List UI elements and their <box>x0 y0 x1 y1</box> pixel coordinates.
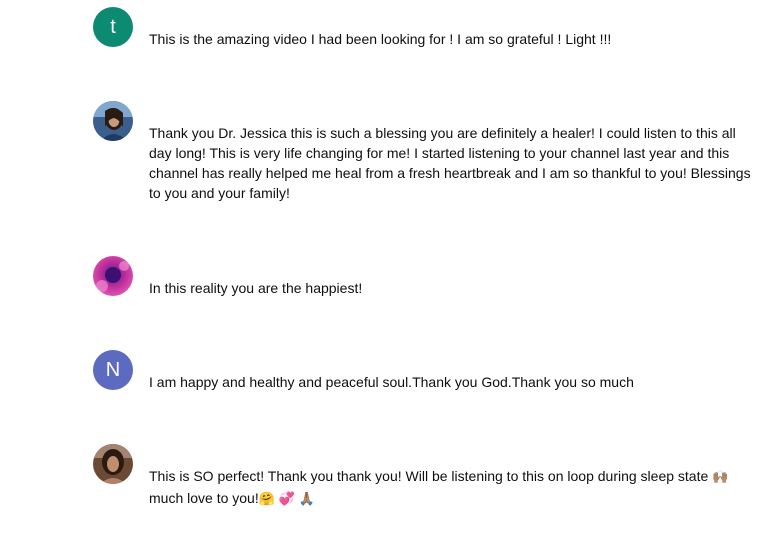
folded-hands-icon: 🙏🏽 <box>298 492 316 507</box>
two-hearts-icon: 💞 <box>278 492 295 507</box>
avatar-letter: t <box>110 15 116 38</box>
avatar-letter: N <box>105 358 121 381</box>
comment-text: Thank you Dr. Jessica this is such a ble… <box>149 125 751 201</box>
comment-text-part: much love to you! <box>149 490 259 506</box>
avatar[interactable]: N <box>93 350 133 390</box>
user-photo-icon <box>93 444 133 484</box>
avatar[interactable] <box>93 444 133 484</box>
comment-text-part: This is SO perfect! Thank you thank you!… <box>149 468 709 484</box>
comment-text: This is the amazing video I had been loo… <box>149 31 612 47</box>
user-photo-icon <box>93 256 133 296</box>
comment-text: I am happy and healthy and peaceful soul… <box>149 374 634 390</box>
avatar[interactable] <box>93 256 133 296</box>
avatar[interactable]: t <box>93 7 133 47</box>
raised-hands-icon: 🙌🏽 <box>712 470 729 485</box>
user-photo-icon <box>93 101 133 141</box>
hugging-face-icon: 🤗 <box>258 492 275 507</box>
comment-text: This is SO perfect! Thank you thank you!… <box>149 466 753 510</box>
comment-text: In this reality you are the happiest! <box>149 280 363 296</box>
avatar[interactable] <box>93 101 133 141</box>
